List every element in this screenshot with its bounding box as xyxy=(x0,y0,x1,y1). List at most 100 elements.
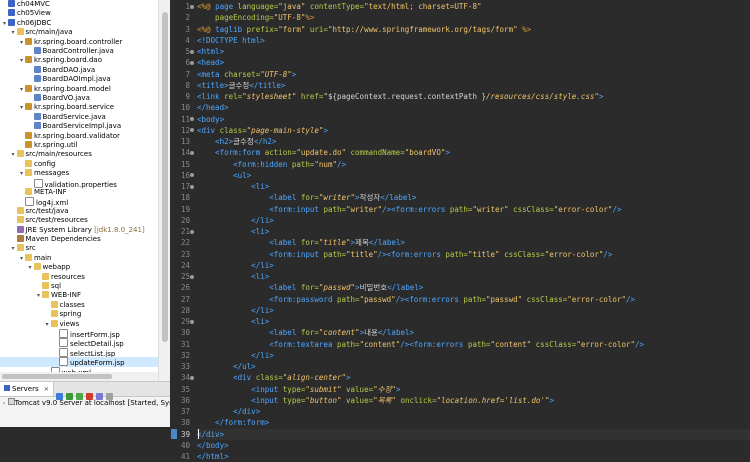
tree-item[interactable]: ▾ webapp xyxy=(0,263,70,272)
tree-item[interactable]: BoardServiceImpl.java xyxy=(0,122,121,131)
tree-item[interactable]: ▾ ch06JDBC xyxy=(0,18,51,28)
code-line[interactable]: <meta charset="UTF-8"> xyxy=(197,69,296,80)
code-line[interactable]: <label for="writer">작성자</label> xyxy=(197,192,416,203)
tree-item[interactable]: validation.properties xyxy=(0,178,117,189)
tree-item[interactable]: selectDetail.jsp xyxy=(0,338,124,348)
fold-toggle-icon[interactable] xyxy=(190,60,194,65)
code-line[interactable]: <form:hidden path="num"/> xyxy=(197,159,346,170)
code-line[interactable]: </ul> xyxy=(197,361,256,372)
code-line[interactable]: </li> xyxy=(197,350,274,361)
fold-toggle-icon[interactable] xyxy=(190,229,194,234)
tree-item[interactable]: ▾ views xyxy=(0,319,79,329)
code-line[interactable]: <body> xyxy=(197,114,224,125)
code-line[interactable]: <div class="align-center"> xyxy=(197,372,350,383)
code-line[interactable]: </form:form> xyxy=(197,417,269,428)
tree-item[interactable]: classes xyxy=(0,300,85,310)
tree-item[interactable]: Maven Dependencies xyxy=(0,235,101,244)
code-line[interactable]: <li> xyxy=(197,316,269,327)
tree-item[interactable]: spring xyxy=(0,310,81,319)
expand-toggle-icon[interactable]: ▾ xyxy=(1,19,8,28)
tree-item[interactable]: log4j.xml xyxy=(0,197,68,207)
code-line[interactable]: <form:input path="title"/><form:errors p… xyxy=(197,249,612,260)
tree-item[interactable]: updateForm.jsp xyxy=(0,357,158,367)
code-line[interactable]: <div class="page-main-style"> xyxy=(197,125,328,136)
code-line[interactable]: <ul> xyxy=(197,170,251,181)
expand-toggle-icon[interactable]: ▾ xyxy=(10,150,17,159)
tree-item[interactable]: ▾ WEB-INF xyxy=(0,291,81,300)
tree-item[interactable]: config xyxy=(0,159,55,169)
fold-toggle-icon[interactable] xyxy=(190,49,194,54)
code-line[interactable]: <head> xyxy=(197,57,224,68)
tree-item[interactable]: src/test/java xyxy=(0,206,69,216)
stop-server-icon[interactable] xyxy=(86,393,93,400)
code-line[interactable]: <label for="passwd">비밀번호</label> xyxy=(197,282,423,293)
code-line[interactable]: <li> xyxy=(197,181,269,192)
code-line[interactable]: <html> xyxy=(197,46,224,57)
expand-toggle-icon[interactable]: ▾ xyxy=(18,56,25,65)
code-line[interactable]: <%@ page language="java" contentType="te… xyxy=(197,1,481,12)
code-line[interactable]: <li> xyxy=(197,271,269,282)
tree-item[interactable]: ▾ kr.spring.board.dao xyxy=(0,56,102,65)
profile-server-icon[interactable] xyxy=(76,393,83,400)
tree-item[interactable]: src/test/resources xyxy=(0,216,88,225)
expand-toggle-icon[interactable]: ▾ xyxy=(44,320,51,329)
tree-item[interactable]: ▾ kr.spring.board.service xyxy=(0,103,114,112)
code-line[interactable]: </div> xyxy=(197,406,260,417)
tree-item[interactable]: selectList.jsp xyxy=(0,347,115,358)
fold-toggle-icon[interactable] xyxy=(190,375,194,380)
code-line[interactable]: <!DOCTYPE html> xyxy=(197,35,265,46)
tree-item[interactable]: ▾ kr.spring.board.controller xyxy=(0,37,122,47)
tree-item[interactable]: JRE System Library [jdk1.8.0_241] xyxy=(0,225,145,235)
code-line[interactable]: <form:password path="passwd"/><form:erro… xyxy=(197,294,635,305)
tree-item[interactable]: META-INF xyxy=(0,188,67,197)
explorer-vertical-scroll-thumb[interactable] xyxy=(162,12,168,342)
fold-toggle-icon[interactable] xyxy=(190,184,194,189)
project-explorer-tree[interactable]: ch04MVC ch05View ▾ ch06JDBC ▾ src/main/java ▾ k… xyxy=(0,0,158,381)
code-line[interactable]: </body> xyxy=(197,440,229,451)
expand-toggle-icon[interactable]: ▾ xyxy=(18,38,25,47)
tree-item[interactable]: BoardDAOImpl.java xyxy=(0,75,111,84)
tree-item[interactable]: BoardService.java xyxy=(0,112,106,122)
code-line[interactable]: <input type="button" value="목록" onclick=… xyxy=(197,395,554,406)
code-line[interactable]: <%@ taglib prefix="form" uri="http://www… xyxy=(197,24,531,35)
tree-item[interactable]: ▾ src xyxy=(0,244,36,253)
expand-toggle-icon[interactable]: ▾ xyxy=(18,254,25,263)
tree-item[interactable]: ▾ main xyxy=(0,253,52,263)
expand-toggle-icon[interactable]: ▾ xyxy=(18,85,25,94)
tree-item[interactable]: ▾ messages xyxy=(0,169,69,178)
code-line[interactable]: <link rel="stylesheet" href="${pageConte… xyxy=(197,91,603,102)
expand-toggle-icon[interactable]: ▾ xyxy=(10,244,17,253)
tree-item[interactable]: ch05View xyxy=(0,9,51,18)
code-line[interactable]: <title>글수정</title> xyxy=(197,80,285,91)
tab-servers[interactable]: Servers ✕ xyxy=(0,382,54,396)
tree-item[interactable]: ▾ kr.spring.board.model xyxy=(0,84,111,94)
code-line[interactable]: </div> xyxy=(197,429,224,440)
fold-toggle-icon[interactable] xyxy=(190,4,194,9)
tree-item[interactable]: insertForm.jsp xyxy=(0,329,120,339)
tree-item[interactable]: ▾ src/main/java xyxy=(0,28,73,37)
code-line[interactable]: </li> xyxy=(197,215,274,226)
publish-clean-icon[interactable] xyxy=(106,393,113,400)
code-line[interactable]: <label for="content">내용</label> xyxy=(197,327,414,338)
expand-toggle-icon[interactable]: ▾ xyxy=(27,263,34,272)
code-line[interactable]: <input type="submit" value="수정"> xyxy=(197,384,400,395)
code-line[interactable]: </li> xyxy=(197,305,274,316)
tree-item[interactable]: kr.spring.board.validator xyxy=(0,131,120,141)
start-server-icon[interactable] xyxy=(66,393,73,400)
tree-item[interactable]: ▾ src/main/resources xyxy=(0,150,92,159)
tree-item[interactable]: resources xyxy=(0,272,85,282)
explorer-horizontal-scrollbar[interactable] xyxy=(0,372,158,381)
fold-toggle-icon[interactable] xyxy=(190,274,194,279)
expand-toggle-icon[interactable]: ▾ xyxy=(18,103,25,112)
code-editor[interactable]: 1 2 3 4 5 6 7 8 9 10 11 12 13 14 15 16 17 18 19 20 21 22 23 24 2… xyxy=(170,0,750,461)
code-line[interactable]: <form:form action="update.do" commandNam… xyxy=(197,147,450,158)
code-line[interactable]: </html> xyxy=(197,451,229,462)
code-line[interactable]: <form:input path="writer"/><form:errors … xyxy=(197,204,621,215)
fold-toggle-icon[interactable] xyxy=(190,173,194,178)
explorer-horizontal-scroll-thumb[interactable] xyxy=(2,374,112,379)
code-line[interactable]: pageEncoding="UTF-8"%> xyxy=(197,12,314,23)
code-line[interactable]: <label for="title">제목</label> xyxy=(197,237,405,248)
expand-toggle-icon[interactable]: ▾ xyxy=(35,291,42,300)
code-line[interactable]: <form:textarea path="content"/><form:err… xyxy=(197,339,644,350)
fold-toggle-icon[interactable] xyxy=(190,117,194,122)
